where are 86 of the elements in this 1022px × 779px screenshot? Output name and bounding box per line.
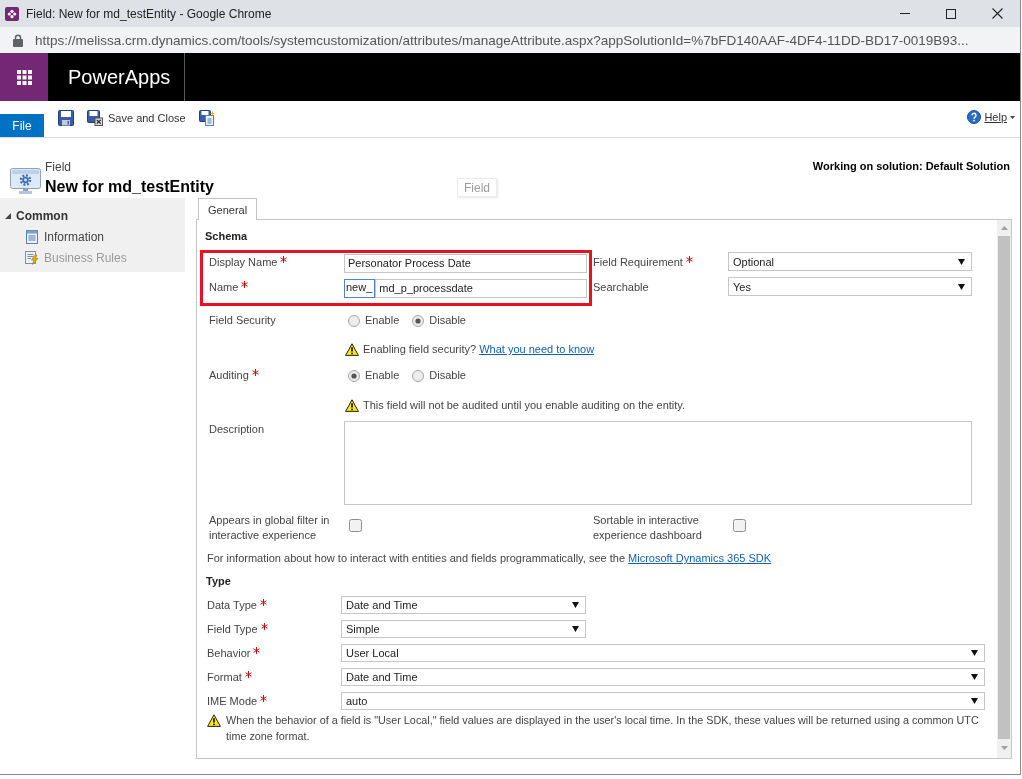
file-tab[interactable]: File (0, 114, 44, 137)
input-field[interactable]: Personator Process Date (344, 254, 587, 273)
window-title: Field: New for md_testEntity - Google Chrome (26, 6, 272, 21)
waffle-icon (16, 69, 32, 85)
caret-icon (971, 650, 978, 656)
note-text: Enabling field security? What you need to know (363, 343, 595, 355)
radio-button[interactable] (348, 369, 360, 382)
field-label: Searchable (593, 280, 649, 295)
expand-triangle-icon[interactable] (5, 212, 11, 219)
caret-icon (572, 626, 579, 632)
radio-label: Disable (429, 313, 466, 328)
dropdown[interactable]: Optional (728, 252, 972, 271)
scrollbar[interactable] (997, 220, 1011, 758)
app-launcher-button[interactable] (0, 53, 48, 101)
app-favicon-icon (5, 6, 19, 21)
sdk-link[interactable]: Microsoft Dynamics 365 SDK (628, 552, 772, 564)
scroll-down-icon[interactable] (1000, 746, 1008, 750)
nav-item[interactable]: Information (25, 226, 105, 247)
document-bolt-icon (25, 250, 39, 265)
note-text: This field will not be audited until you enable auditing on the entity. (363, 399, 686, 411)
document-icon (25, 229, 39, 244)
radio-button[interactable] (348, 314, 360, 327)
caret-icon (1010, 115, 1015, 119)
prefix-field: new_ (344, 279, 376, 298)
ghost-label: Field (457, 178, 497, 197)
help-link[interactable]: What you need to know (479, 343, 595, 355)
dropdown[interactable]: Simple (341, 620, 586, 638)
save-close-button[interactable]: Save and Close (85, 108, 188, 128)
scroll-up-icon[interactable] (1000, 226, 1008, 230)
field-label: Display Name (209, 255, 278, 270)
field-label: IME Mode (207, 694, 258, 709)
field-label: Behavior (207, 646, 251, 661)
radio-label: Enable (365, 313, 400, 328)
url-text[interactable]: https://melissa.crm.dynamics.com/tools/systemcustomization/attributes/manageAttribute.aspx?appSolutionId=%7bFD140AAF-4DF4-11DD-BD17-0019B93... (35, 32, 969, 48)
field-label: Field Requirement (593, 255, 683, 270)
radio-label: Disable (429, 368, 466, 383)
dropdown[interactable]: Date and Time (341, 668, 985, 686)
section-heading: Schema (205, 229, 248, 244)
radio-button[interactable] (412, 314, 425, 327)
save-new-button[interactable] (196, 108, 217, 128)
solution-label: Working on solution: Default Solution (812, 159, 1010, 174)
warning-icon (207, 714, 221, 727)
caret-icon (572, 602, 579, 608)
field-label: Description (209, 422, 265, 437)
gear-window-icon (10, 168, 41, 194)
record-title: New for md_testEntity (45, 177, 214, 197)
entity-type-label: Field (45, 160, 72, 175)
caret-icon (971, 674, 978, 680)
section-heading: Type (206, 574, 231, 589)
dropdown[interactable]: User Local (341, 644, 985, 662)
info-text: For information about how to interact with entities and fields programmatically, see the Microsoft Dynamics 365 SDK (207, 551, 772, 566)
field-label: Sortable in interactive experience dashboard (593, 513, 703, 543)
description-field[interactable] (344, 421, 972, 505)
dropdown[interactable]: Yes (728, 277, 972, 296)
field-label: Field Type (207, 622, 258, 637)
save-button[interactable] (56, 108, 76, 128)
field-label: Auditing (209, 368, 249, 383)
checkbox[interactable] (349, 519, 362, 532)
close-icon[interactable] (992, 8, 1003, 19)
caret-icon (971, 698, 978, 704)
maximize-icon[interactable] (946, 8, 956, 19)
input-field[interactable]: md_p_processdate (375, 279, 587, 298)
form-tab[interactable]: General (198, 198, 258, 220)
field-label: Name (209, 280, 239, 295)
floppy-close-icon (87, 110, 103, 126)
nav-section-title: Common (16, 208, 68, 223)
warning-icon (345, 342, 359, 356)
radio-button[interactable] (412, 369, 425, 382)
field-label: Appears in global filter in interactive experience (209, 513, 331, 543)
scroll-thumb[interactable] (998, 236, 1010, 739)
dropdown[interactable]: auto (341, 692, 985, 710)
field-label: Field Security (209, 313, 276, 328)
lock-icon (13, 33, 23, 47)
field-label: Data Type (207, 598, 257, 613)
caret-icon (958, 283, 965, 290)
dropdown[interactable]: Date and Time (341, 596, 586, 614)
note-text: When the behavior of a field is "User Local," field values are displayed in the user's local time. In the SDK, these values will be returned using a common UTC time zone format. (226, 713, 980, 744)
help-icon (967, 110, 982, 124)
field-label: Format (207, 670, 242, 685)
checkbox[interactable] (733, 519, 746, 532)
warning-icon (345, 398, 359, 412)
radio-label: Enable (365, 368, 400, 383)
floppy-page-icon (198, 110, 215, 126)
help-button[interactable]: Help (965, 108, 1020, 126)
caret-icon (958, 258, 965, 265)
app-name: PowerApps (68, 65, 171, 89)
